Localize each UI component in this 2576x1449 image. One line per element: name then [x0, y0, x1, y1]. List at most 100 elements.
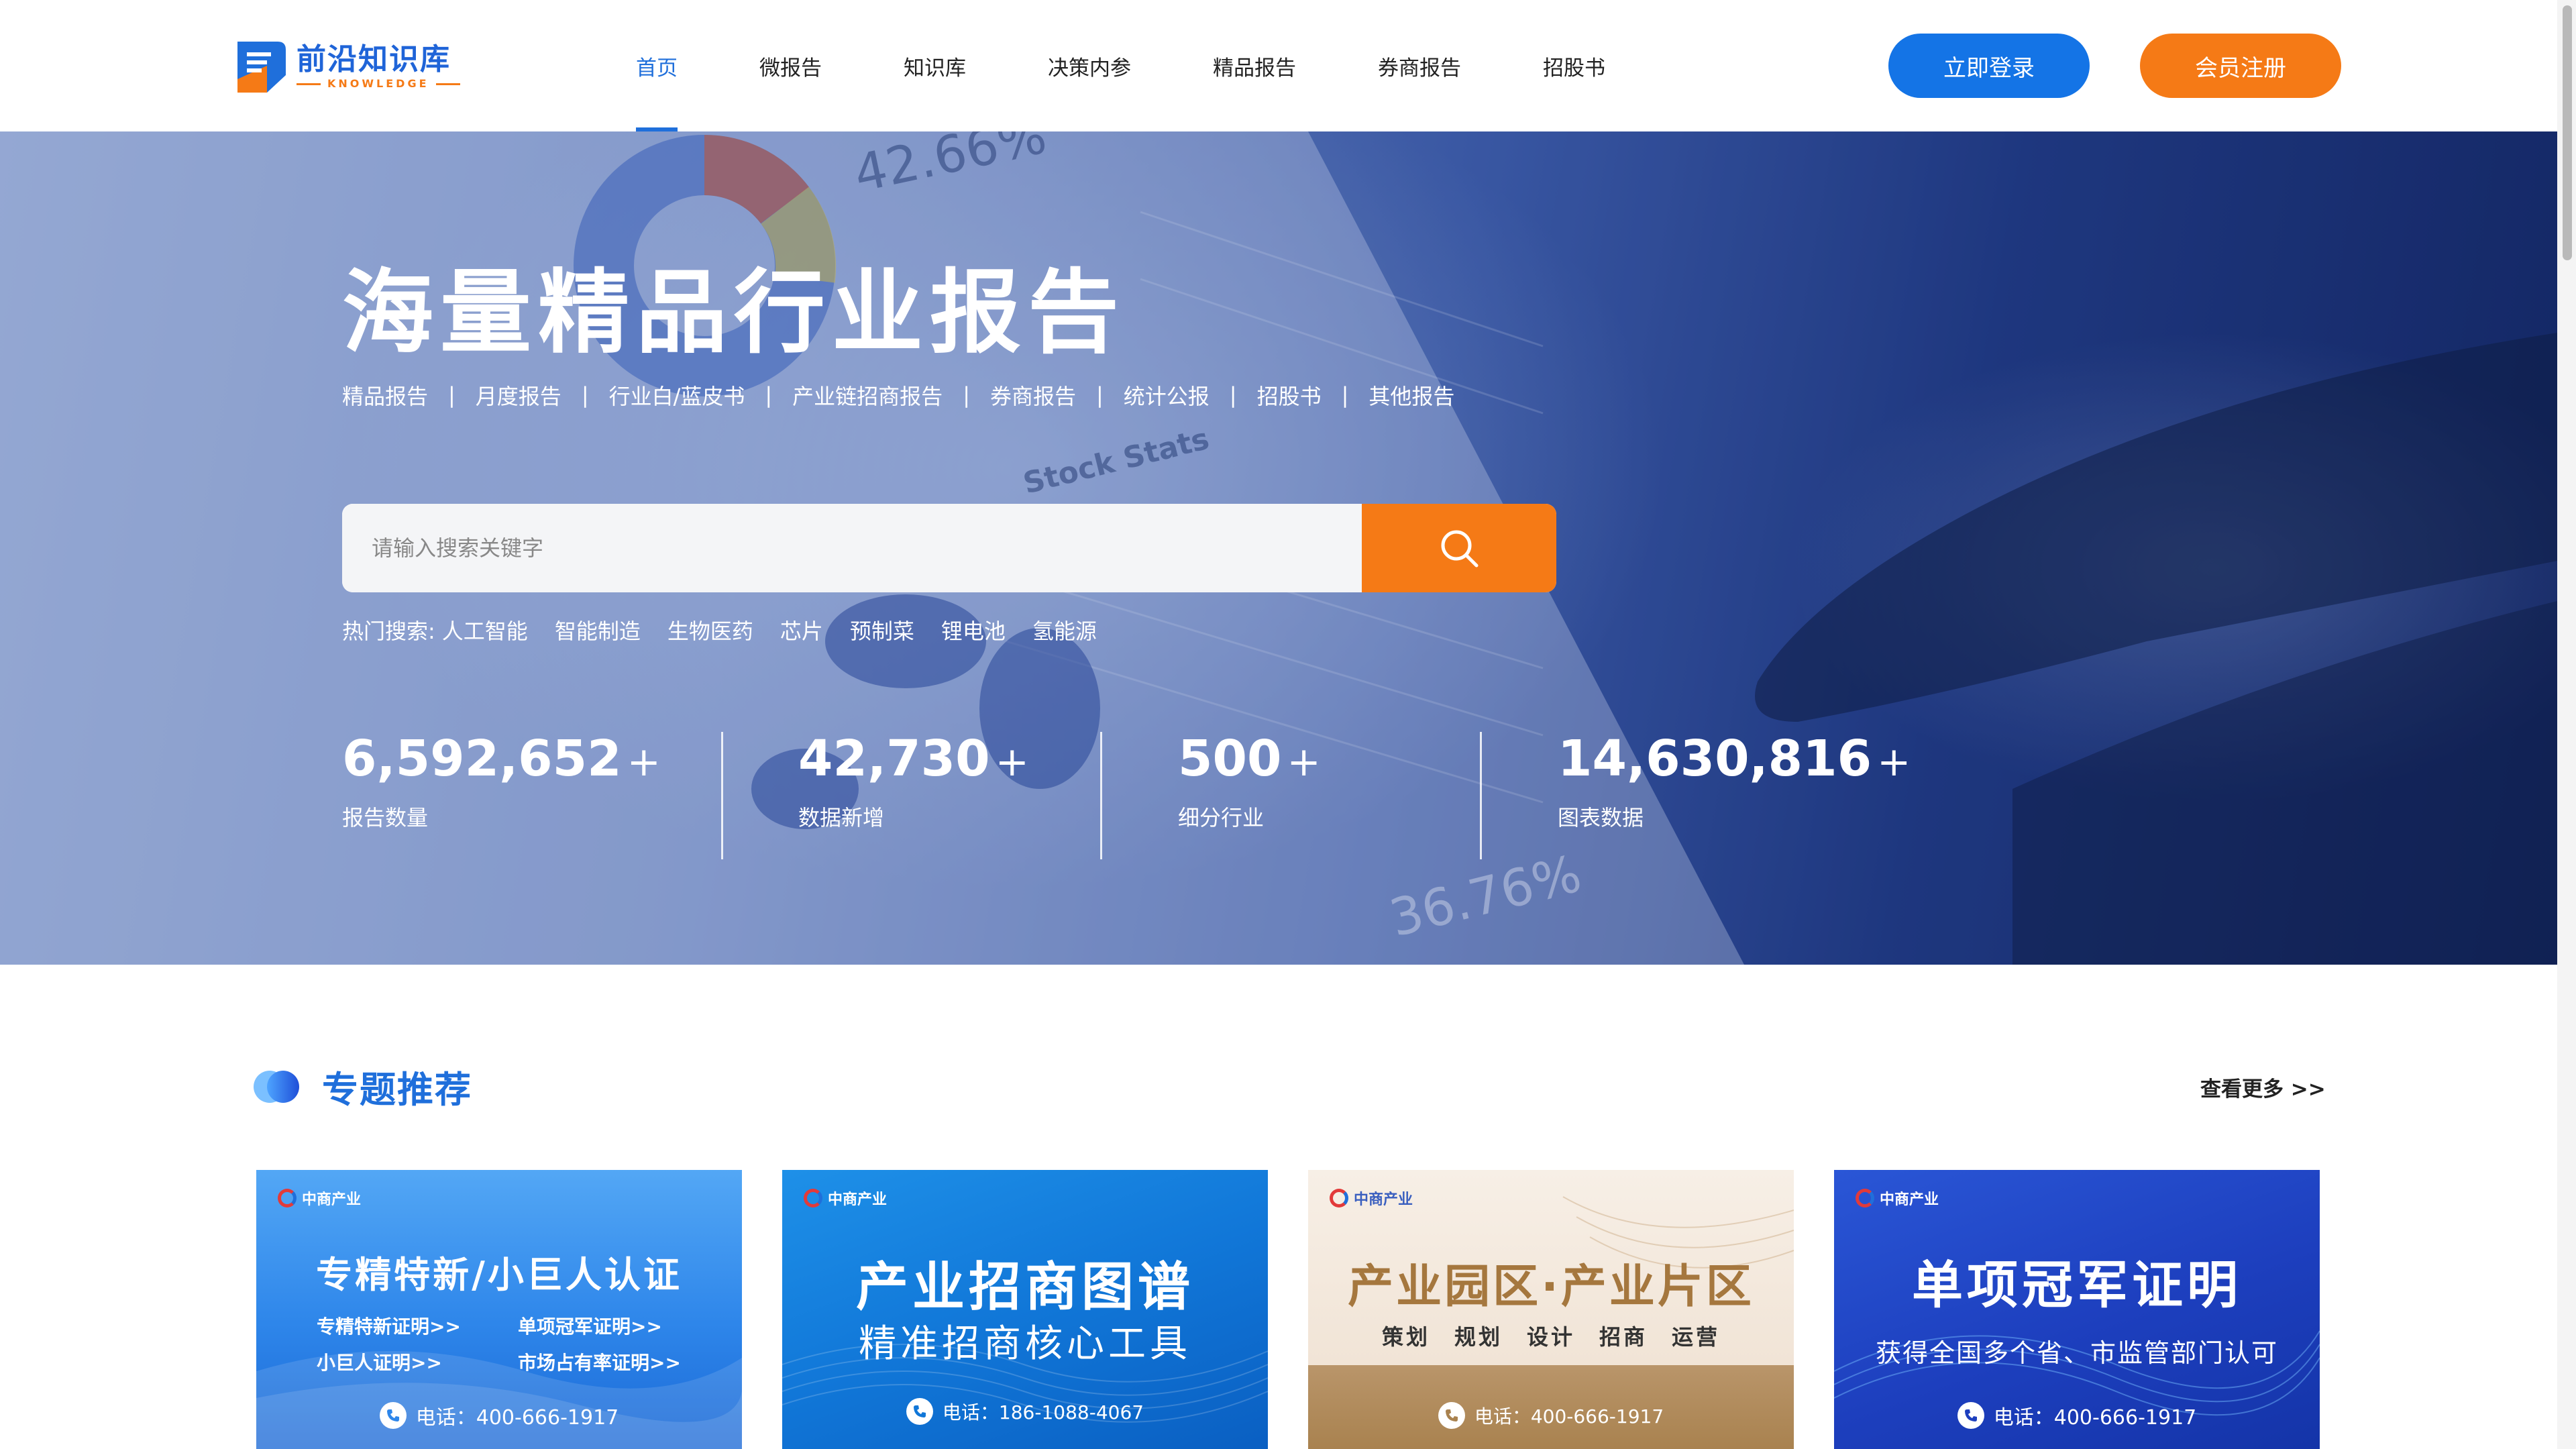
phone-icon — [1438, 1402, 1465, 1429]
register-button[interactable]: 会员注册 — [2140, 34, 2341, 98]
hot-searches: 热门搜索: 人工智能 智能制造 生物医药 芯片 预制菜 锂电池 氢能源 — [342, 614, 1124, 645]
site-header: 前沿知识库 KNOWLEDGE 首页 微报告 知识库 决策内参 精品报告 券商报… — [0, 0, 2576, 131]
category-industry-whitepaper[interactable]: 行业白/蓝皮书 — [609, 380, 745, 411]
category-investment-report[interactable]: 产业链招商报告 — [792, 380, 943, 411]
category-separator: | — [581, 382, 589, 408]
hot-search-prepared-food[interactable]: 预制菜 — [850, 614, 914, 645]
category-broker-report[interactable]: 券商报告 — [990, 380, 1076, 411]
stat-value: 14,630,816 — [1558, 730, 1872, 788]
nav-premium-report[interactable]: 精品报告 — [1213, 0, 1296, 131]
card-brand: 中商产业 — [302, 1191, 362, 1208]
brand-logo-icon — [1856, 1189, 1874, 1208]
search-input[interactable] — [342, 504, 1362, 592]
card-brand: 中商产业 — [1354, 1191, 1413, 1208]
category-separator: | — [1095, 382, 1104, 408]
report-category-links: 精品报告 | 月度报告 | 行业白/蓝皮书 | 产业链招商报告 | 券商报告 |… — [342, 380, 1454, 411]
category-monthly-report[interactable]: 月度报告 — [476, 380, 561, 411]
phone-icon — [379, 1402, 407, 1429]
stat-plus: + — [1287, 739, 1321, 786]
nav-prospectus[interactable]: 招股书 — [1543, 0, 1605, 131]
view-more-link[interactable]: 查看更多 >> — [2200, 1072, 2326, 1102]
stat-value: 500 — [1178, 730, 1282, 788]
topic-card-specialized-certification[interactable]: 中商产业 专精特新/小巨人认证 专精特新证明>> 单项冠军证明>> 小巨人证明>… — [256, 1170, 742, 1449]
main-nav: 首页 微报告 知识库 决策内参 精品报告 券商报告 招股书 — [636, 0, 1687, 131]
stat-value: 42,730 — [798, 730, 990, 788]
category-premium-report[interactable]: 精品报告 — [342, 380, 428, 411]
nav-decision-reference[interactable]: 决策内参 — [1048, 0, 1131, 131]
hot-search-ai[interactable]: 人工智能 — [442, 614, 528, 645]
category-other-report[interactable]: 其他报告 — [1368, 380, 1454, 411]
brand-logo-icon — [804, 1189, 822, 1208]
search-button[interactable] — [1362, 504, 1556, 592]
phone-icon — [1957, 1402, 1984, 1429]
category-separator: | — [1229, 382, 1237, 408]
scrollbar-thumb[interactable] — [2563, 5, 2572, 260]
nav-home[interactable]: 首页 — [636, 0, 678, 131]
stat-chart-data: 14,630,816 + 图表数据 — [1558, 732, 1911, 859]
category-separator: | — [448, 382, 455, 408]
hot-search-hydrogen[interactable]: 氢能源 — [1032, 614, 1097, 645]
hot-search-chip[interactable]: 芯片 — [780, 614, 823, 645]
stat-label: 细分行业 — [1178, 805, 1265, 830]
stat-report-count: 6,592,652 + 报告数量 — [342, 732, 661, 859]
card-subtitle: 获得全国多个省、市监管部门认可 — [1875, 1338, 2278, 1368]
search-bar — [342, 504, 1556, 592]
logo-cn-text: 前沿知识库 — [297, 42, 451, 76]
hot-search-biomedicine[interactable]: 生物医药 — [667, 614, 753, 645]
stat-label: 图表数据 — [1558, 805, 1644, 830]
hot-search-lithium-battery[interactable]: 锂电池 — [941, 614, 1006, 645]
card-phone: 电话：400-666-1917 — [1474, 1405, 1664, 1428]
stat-industry-segments: 500 + 细分行业 — [1178, 732, 1321, 859]
nav-micro-report[interactable]: 微报告 — [759, 0, 822, 131]
topic-section-header: 专题推荐 — [254, 1060, 472, 1113]
section-title: 专题推荐 — [322, 1069, 472, 1111]
card-subtitle: 策划 规划 设计 招商 运营 — [1381, 1324, 1720, 1350]
phone-icon — [906, 1398, 933, 1425]
card-subtitle: 精准招商核心工具 — [859, 1322, 1191, 1366]
hot-search-smart-manufacturing[interactable]: 智能制造 — [555, 614, 641, 645]
category-separator: | — [765, 382, 773, 408]
stat-new-data: 42,730 + 数据新增 — [798, 732, 1029, 859]
card-link-champion[interactable]: 单项冠军证明>> — [518, 1312, 692, 1339]
stat-label: 报告数量 — [342, 805, 429, 830]
login-button[interactable]: 立即登录 — [1888, 34, 2090, 98]
stat-plus: + — [627, 739, 661, 786]
nav-knowledge-base[interactable]: 知识库 — [904, 0, 966, 131]
card-brand: 中商产业 — [828, 1191, 888, 1208]
card-brand: 中商产业 — [1880, 1191, 1939, 1208]
section-bullet-icon — [254, 1069, 301, 1105]
topic-card-single-champion[interactable]: 中商产业 单项冠军证明 获得全国多个省、市监管部门认可 电话：400-666-1… — [1834, 1170, 2320, 1449]
category-statistics-bulletin[interactable]: 统计公报 — [1124, 380, 1210, 411]
stat-label: 数据新增 — [798, 805, 885, 830]
topic-card-investment-map[interactable]: 中商产业 产业招商图谱 精准招商核心工具 电话：186-1088-4067 — [782, 1170, 1268, 1449]
stat-value: 6,592,652 — [342, 730, 622, 788]
logo-mark-icon — [235, 39, 288, 95]
logo-en-text: KNOWLEDGE — [327, 77, 429, 90]
stat-divider — [1480, 732, 1482, 859]
card-phone: 电话：400-666-1917 — [415, 1406, 619, 1430]
topic-card-industrial-park[interactable]: 中商产业 产业园区·产业片区 策划 规划 设计 招商 运营 电话：400-666… — [1308, 1170, 1794, 1449]
page-scrollbar[interactable] — [2557, 0, 2576, 1449]
stat-plus: + — [995, 739, 1029, 786]
brand-logo-icon — [1330, 1189, 1348, 1208]
card-link-market-share[interactable]: 市场占有率证明>> — [518, 1348, 692, 1375]
stat-divider — [1100, 732, 1102, 859]
brand-logo-icon — [278, 1189, 297, 1208]
card-phone: 电话：186-1088-4067 — [942, 1401, 1144, 1424]
nav-broker-report[interactable]: 券商报告 — [1378, 0, 1461, 131]
card-link-little-giant[interactable]: 小巨人证明>> — [317, 1348, 491, 1375]
category-prospectus[interactable]: 招股书 — [1257, 380, 1322, 411]
card-link-specialized[interactable]: 专精特新证明>> — [317, 1312, 491, 1339]
hero-title: 海量精品行业报告 — [342, 260, 1126, 366]
site-logo[interactable]: 前沿知识库 KNOWLEDGE — [235, 35, 460, 99]
card-title: 产业招商图谱 — [855, 1257, 1194, 1318]
card-title: 单项冠军证明 — [1912, 1255, 2242, 1315]
card-title: 专精特新/小巨人认证 — [316, 1254, 682, 1296]
stat-divider — [721, 732, 723, 859]
category-separator: | — [963, 382, 970, 408]
stat-plus: + — [1877, 739, 1911, 786]
search-icon — [1441, 530, 1479, 568]
category-separator: | — [1341, 382, 1349, 408]
card-title: 产业园区·产业片区 — [1348, 1260, 1754, 1313]
topic-cards: 中商产业 专精特新/小巨人认证 专精特新证明>> 单项冠军证明>> 小巨人证明>… — [256, 1170, 2320, 1449]
